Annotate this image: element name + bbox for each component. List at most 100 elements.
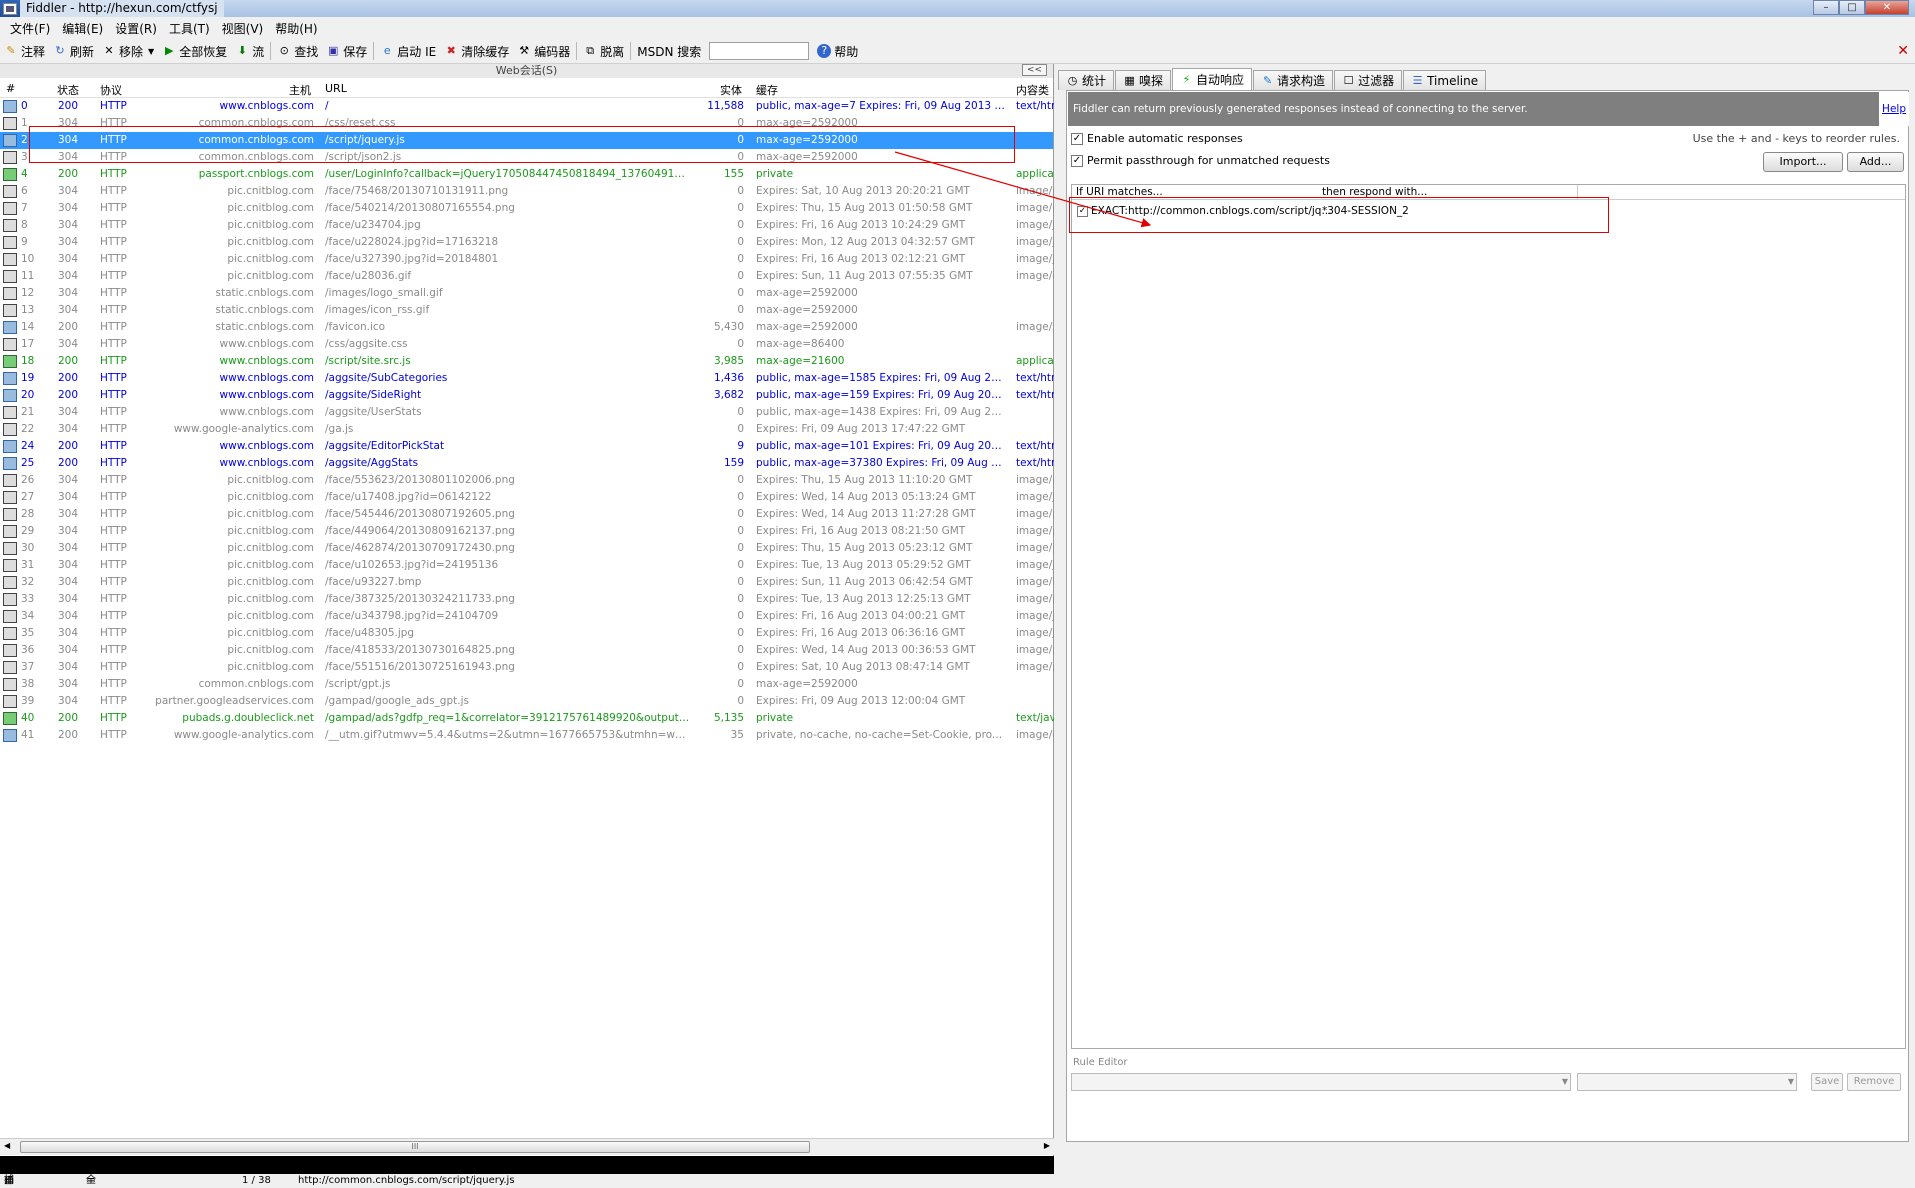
col-host[interactable]: 主机 (289, 82, 311, 98)
rule-match-combobox[interactable]: ▼ (1071, 1073, 1571, 1091)
tab-inspectors[interactable]: ▦ 嗅探 (1115, 70, 1172, 90)
session-row[interactable]: 35 304 HTTP pic.cnitblog.com/face/u48305.jp… (0, 625, 1054, 642)
comment-button[interactable]: ✎ 注释 (0, 43, 49, 60)
session-row[interactable]: 37 304 HTTP pic.cnitblog.com/face/551516/20… (0, 659, 1054, 676)
session-row[interactable]: 33 304 HTTP pic.cnitblog.com/face/387325/20… (0, 591, 1054, 608)
help-button[interactable]: ? 帮助 (813, 43, 862, 60)
menu-help[interactable]: 帮助(H) (269, 20, 323, 37)
remove-rule-button[interactable]: Remove (1847, 1073, 1901, 1091)
tab-statistics[interactable]: ◷ 统计 (1058, 70, 1115, 90)
col-uri-matches[interactable]: If URI matches... (1076, 186, 1163, 198)
encoder-button[interactable]: ⚒ 编码器 (513, 43, 574, 60)
menu-view[interactable]: 视图(V) (216, 20, 270, 37)
import-button[interactable]: Import... (1763, 152, 1843, 172)
cell-caching: public, max-age=101 Expires: Fri, 09 Aug… (756, 440, 1006, 452)
col-protocol[interactable]: 协议 (100, 82, 122, 98)
session-type-icon (3, 287, 17, 300)
msdn-search-input[interactable] (709, 42, 810, 60)
cell-body: 0 (737, 542, 744, 554)
scrollbar-thumb[interactable]: III (20, 1141, 810, 1153)
remove-button[interactable]: ✕ 移除 ▼ (98, 43, 158, 60)
session-row[interactable]: 30 304 HTTP pic.cnitblog.com/face/462874/20… (0, 540, 1054, 557)
session-row[interactable]: 39 304 HTTP partner.googleadservices.com/ga… (0, 693, 1053, 710)
session-row[interactable]: 24 200 HTTP www.cnblogs.com/aggsite/EditorP… (0, 438, 1054, 455)
session-row[interactable]: 18 200 HTTP www.cnblogs.com/script/site.src… (0, 353, 1054, 370)
col-caching[interactable]: 缓存 (756, 82, 778, 98)
session-row[interactable]: 40 200 HTTP pubads.g.doubleclick.net/gampad… (0, 710, 1054, 727)
enable-responses-checkbox[interactable]: ✓ Enable automatic responses (1071, 132, 1243, 145)
save-button[interactable]: ▣ 保存 (322, 43, 371, 60)
session-row[interactable]: 12 304 HTTP static.cnblogs.com/images/logo_… (0, 285, 1053, 302)
rule-enabled-checkbox[interactable]: ✓ (1077, 206, 1088, 217)
close-toolbar-icon[interactable]: ✕ (1897, 43, 1909, 59)
tab-filters[interactable]: ☐ 过滤器 (1334, 70, 1403, 90)
session-row[interactable]: 1 304 HTTP common.cnblogs.com/css/reset.css… (0, 115, 1053, 132)
tab-autoresponder[interactable]: ⚡ 自动响应 (1172, 68, 1253, 90)
col-url[interactable]: URL (325, 82, 347, 95)
session-row[interactable]: 32 304 HTTP pic.cnitblog.com/face/u93227.bm… (0, 574, 1054, 591)
dropdown-arrow-icon: ▼ (1561, 1077, 1568, 1086)
session-row[interactable]: 36 304 HTTP pic.cnitblog.com/face/418533/20… (0, 642, 1054, 659)
maximize-button[interactable]: □ (1839, 0, 1865, 15)
rule-row[interactable]: ✓ EXACT:http://common.cnblogs.com/script… (1072, 203, 1905, 220)
quickexec-bar[interactable] (0, 1156, 1054, 1174)
session-row[interactable]: 14 200 HTTP static.cnblogs.com/favicon.ico 5… (0, 319, 1054, 336)
minimize-button[interactable]: – (1813, 0, 1839, 15)
col-status[interactable]: 状态 (57, 82, 79, 98)
session-row[interactable]: 20 200 HTTP www.cnblogs.com/aggsite/SideRig… (0, 387, 1054, 404)
menu-rules[interactable]: 设置(R) (109, 20, 163, 37)
tab-timeline[interactable]: ☰ Timeline (1403, 70, 1487, 90)
filter-icon: ☐ (1343, 74, 1354, 87)
session-row[interactable]: 41 200 HTTP www.google-analytics.com/__utm.… (0, 727, 1054, 744)
detach-button[interactable]: ⧉ 脱离 (579, 43, 628, 60)
session-row[interactable]: 38 304 HTTP common.cnblogs.com/script/gpt.j… (0, 676, 1053, 693)
menu-tools[interactable]: 工具(T) (163, 20, 216, 37)
launch-ie-button[interactable]: e 启动 IE (376, 43, 440, 60)
session-row[interactable]: 0 200 HTTP www.cnblogs.com/11,588 public, ma… (0, 98, 1054, 115)
cell-caching: Expires: Wed, 14 Aug 2013 00:36:53 GMT (756, 644, 976, 656)
session-row[interactable]: 2 304 HTTP common.cnblogs.com/script/jquery… (0, 132, 1053, 149)
close-window-button[interactable]: ✕ (1865, 0, 1909, 15)
session-row[interactable]: 25 200 HTTP www.cnblogs.com/aggsite/AggStat… (0, 455, 1054, 472)
session-row[interactable]: 26 304 HTTP pic.cnitblog.com/face/553623/20… (0, 472, 1054, 489)
refresh-button[interactable]: ↻ 刷新 (49, 43, 98, 60)
col-num[interactable]: # (6, 82, 15, 95)
session-row[interactable]: 11 304 HTTP pic.cnitblog.com/face/u28036.gi… (0, 268, 1054, 285)
tab-composer[interactable]: ✎ 请求构造 (1253, 70, 1334, 90)
session-row[interactable]: 4 200 HTTP passport.cnblogs.com/user/LoginI… (0, 166, 1054, 183)
session-row[interactable]: 34 304 HTTP pic.cnitblog.com/face/u343798.j… (0, 608, 1054, 625)
session-row[interactable]: 8 304 HTTP pic.cnitblog.com/face/u234704.jp… (0, 217, 1054, 234)
clear-cache-button[interactable]: ✖ 清除缓存 (440, 43, 513, 60)
add-rule-button[interactable]: Add... (1847, 152, 1904, 172)
session-row[interactable]: 10 304 HTTP pic.cnitblog.com/face/u327390.j… (0, 251, 1054, 268)
session-row[interactable]: 7 304 HTTP pic.cnitblog.com/face/540214/201… (0, 200, 1054, 217)
help-link[interactable]: Help (1879, 92, 1909, 126)
cell-num: 19 (21, 372, 35, 384)
collapse-button[interactable]: << (1021, 64, 1047, 76)
session-row[interactable]: 29 304 HTTP pic.cnitblog.com/face/449064/20… (0, 523, 1054, 540)
resume-all-button[interactable]: ▶ 全部恢复 (158, 43, 231, 60)
session-row[interactable]: 21 304 HTTP www.cnblogs.com/aggsite/UserSta… (0, 404, 1053, 421)
menu-edit[interactable]: 编辑(E) (56, 20, 109, 37)
session-row[interactable]: 6 304 HTTP pic.cnitblog.com/face/75468/2013… (0, 183, 1054, 200)
save-rule-button[interactable]: Save (1811, 1073, 1843, 1091)
stream-button[interactable]: ⬇ 流 (231, 43, 268, 60)
session-row[interactable]: 31 304 HTTP pic.cnitblog.com/face/u102653.j… (0, 557, 1054, 574)
col-respond-with[interactable]: then respond with... (1322, 186, 1427, 198)
session-row[interactable]: 9 304 HTTP pic.cnitblog.com/face/u228024.jp… (0, 234, 1054, 251)
rule-action-combobox[interactable]: ▼ (1577, 1073, 1797, 1091)
session-row[interactable]: 28 304 HTTP pic.cnitblog.com/face/545446/20… (0, 506, 1054, 523)
session-row[interactable]: 27 304 HTTP pic.cnitblog.com/face/u17408.jp… (0, 489, 1054, 506)
col-body[interactable]: 实体 (720, 82, 742, 98)
horizontal-scrollbar[interactable]: ◀ III ▶ (0, 1138, 1054, 1155)
session-row[interactable]: 3 304 HTTP common.cnblogs.com/script/json2.… (0, 149, 1053, 166)
col-content-type[interactable]: 内容类 (1016, 82, 1049, 98)
session-row[interactable]: 19 200 HTTP www.cnblogs.com/aggsite/SubCate… (0, 370, 1054, 387)
session-row[interactable]: 17 304 HTTP www.cnblogs.com/css/aggsite.css… (0, 336, 1053, 353)
passthrough-checkbox[interactable]: ✓ Permit passthrough for unmatched reques… (1071, 154, 1330, 167)
session-row[interactable]: 22 304 HTTP www.google-analytics.com/ga.js 0… (0, 421, 1053, 438)
cell-body: 1,436 (713, 372, 744, 384)
menu-file[interactable]: 文件(F) (4, 20, 56, 37)
session-row[interactable]: 13 304 HTTP static.cnblogs.com/images/icon_… (0, 302, 1053, 319)
find-button[interactable]: ⊙ 查找 (273, 43, 322, 60)
